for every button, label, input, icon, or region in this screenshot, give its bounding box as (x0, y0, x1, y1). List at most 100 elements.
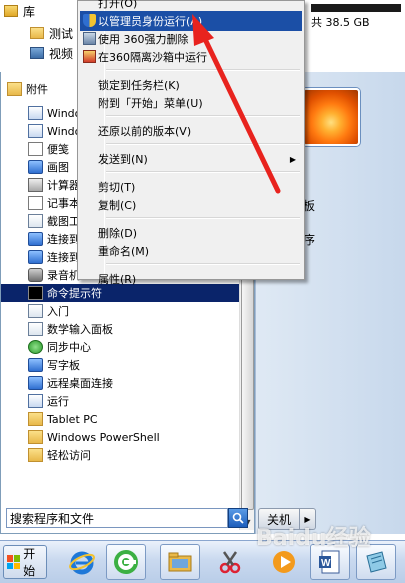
context-menu-label: 属性(R) (98, 273, 137, 286)
context-menu-item[interactable]: 还原以前的版本(V) (80, 121, 302, 141)
library-icon (4, 5, 18, 17)
notepad-icon (366, 551, 387, 573)
disk-usage: 共 38.5 GB (303, 0, 405, 38)
taskbar-snipping-tool[interactable] (210, 544, 250, 580)
internet-explorer-icon (69, 551, 95, 575)
program-label: 连接到 (47, 233, 80, 246)
context-menu-separator (106, 115, 300, 117)
search-input[interactable]: 搜索程序和文件 (6, 508, 228, 528)
context-menu-item[interactable]: 附到「开始」菜单(U) (80, 93, 302, 113)
context-menu-label: 以管理员身份运行(A) (98, 15, 203, 28)
context-menu-separator (106, 171, 300, 173)
program-label: 截图工 (47, 215, 80, 228)
program-list-item[interactable]: 数学输入面板 (1, 320, 239, 338)
program-label: 写字板 (47, 359, 80, 372)
program-list-item[interactable]: 同步中心 (1, 338, 239, 356)
360-delete-icon (83, 32, 96, 45)
program-list-item[interactable]: 入门 (1, 302, 239, 320)
program-list-item[interactable]: Windows PowerShell (1, 428, 239, 446)
context-menu-label: 复制(C) (98, 199, 137, 212)
context-menu-label: 重命名(M) (98, 245, 150, 258)
context-menu: 打开(O) 以管理员身份运行(A) 使用 360强力删除在360隔离沙箱中运行 锁定到… (77, 0, 305, 286)
context-menu-label: 删除(D) (98, 227, 138, 240)
context-menu-separator (106, 143, 300, 145)
folder-icon (30, 27, 44, 39)
context-menu-item[interactable]: 重命名(M) (80, 241, 302, 261)
explorer-item-library[interactable]: 库 (4, 2, 35, 20)
explorer-item-test[interactable]: 测试 (30, 24, 73, 42)
program-label: 运行 (47, 395, 69, 408)
program-label: 附件 (26, 83, 48, 96)
program-label: 远程桌面连接 (47, 377, 113, 390)
getting-started-icon (28, 304, 43, 318)
folder-icon (28, 430, 43, 444)
program-list-item[interactable]: 远程桌面连接 (1, 374, 239, 392)
calculator-icon (28, 178, 43, 192)
taskbar-file-explorer[interactable] (160, 544, 200, 580)
folder-icon (28, 448, 43, 462)
context-menu-label: 还原以前的版本(V) (98, 125, 192, 138)
context-menu-label: 剪切(T) (98, 181, 136, 194)
context-menu-separator (106, 263, 300, 265)
start-button[interactable]: 开始 (3, 545, 47, 579)
context-menu-item[interactable]: 属性(R) (80, 269, 302, 289)
video-icon (30, 47, 44, 59)
taskbar-internet-explorer[interactable] (62, 544, 102, 580)
microphone-icon (28, 268, 43, 282)
window-icon (28, 106, 43, 120)
context-menu-item[interactable]: 锁定到任务栏(K) (80, 75, 302, 95)
user-picture-flower[interactable] (302, 88, 360, 146)
word-document-icon: W (319, 550, 340, 574)
sync-center-icon (28, 340, 43, 354)
notepad-icon (28, 196, 43, 210)
360-sandbox-icon (83, 50, 96, 63)
windows-logo-icon (7, 555, 21, 569)
run-icon (28, 394, 43, 408)
folder-icon (7, 82, 22, 96)
program-label: 便笺 (47, 143, 69, 156)
context-menu-item[interactable]: 剪切(T) (80, 177, 302, 197)
start-label: 开始 (23, 547, 36, 578)
disk-usage-bar (311, 4, 401, 12)
program-label: 数学输入面板 (47, 323, 113, 336)
math-input-icon (28, 322, 43, 336)
context-menu-label: 使用 360强力删除 (98, 33, 189, 46)
command-prompt-icon (28, 286, 43, 300)
360-browser-icon (114, 550, 138, 574)
context-menu-separator (106, 69, 300, 71)
context-menu-item[interactable]: 删除(D) (80, 223, 302, 243)
context-menu-label: 在360隔离沙箱中运行 (98, 51, 207, 64)
explorer-item-video[interactable]: 视频 (30, 44, 73, 62)
disk-free-text: 共 38.5 GB (311, 16, 370, 29)
context-menu-item[interactable]: 发送到(N) ▶ (80, 149, 302, 169)
program-label: 连接到 (47, 251, 80, 264)
network-icon (28, 250, 43, 264)
sticky-note-icon (28, 142, 43, 156)
folder-icon (28, 412, 43, 426)
file-explorer-icon (168, 552, 192, 572)
context-menu-label: 打开(O) (98, 0, 138, 10)
snipping-tool-icon (219, 551, 241, 574)
watermark: Baidu经验 (256, 526, 371, 551)
program-list-item[interactable]: 轻松访问 (1, 446, 239, 464)
program-label: 轻松访问 (47, 449, 91, 462)
program-list-item[interactable]: 写字板 (1, 356, 239, 374)
explorer-window: 库 测试 视频 (0, 0, 78, 72)
program-label: 计算器 (47, 179, 80, 192)
program-label: 同步中心 (47, 341, 91, 354)
paint-icon (28, 160, 43, 174)
context-menu-item[interactable]: 以管理员身份运行(A) (80, 11, 302, 31)
taskbar-360-browser[interactable] (106, 544, 146, 580)
program-label: 记事本 (47, 197, 80, 210)
context-menu-item[interactable]: 使用 360强力删除 (80, 29, 302, 49)
explorer-item-label: 库 (23, 4, 36, 19)
search-button[interactable] (228, 508, 248, 528)
program-list-item[interactable]: Tablet PC (1, 410, 239, 428)
context-menu-label: 发送到(N) (98, 153, 148, 166)
snipping-tool-icon (28, 214, 43, 228)
context-menu-item[interactable]: 复制(C) (80, 195, 302, 215)
explorer-item-label: 视频 (49, 46, 74, 61)
program-list-item[interactable]: 运行 (1, 392, 239, 410)
context-menu-item[interactable]: 在360隔离沙箱中运行 (80, 47, 302, 67)
context-menu-label: 锁定到任务栏(K) (98, 79, 180, 92)
